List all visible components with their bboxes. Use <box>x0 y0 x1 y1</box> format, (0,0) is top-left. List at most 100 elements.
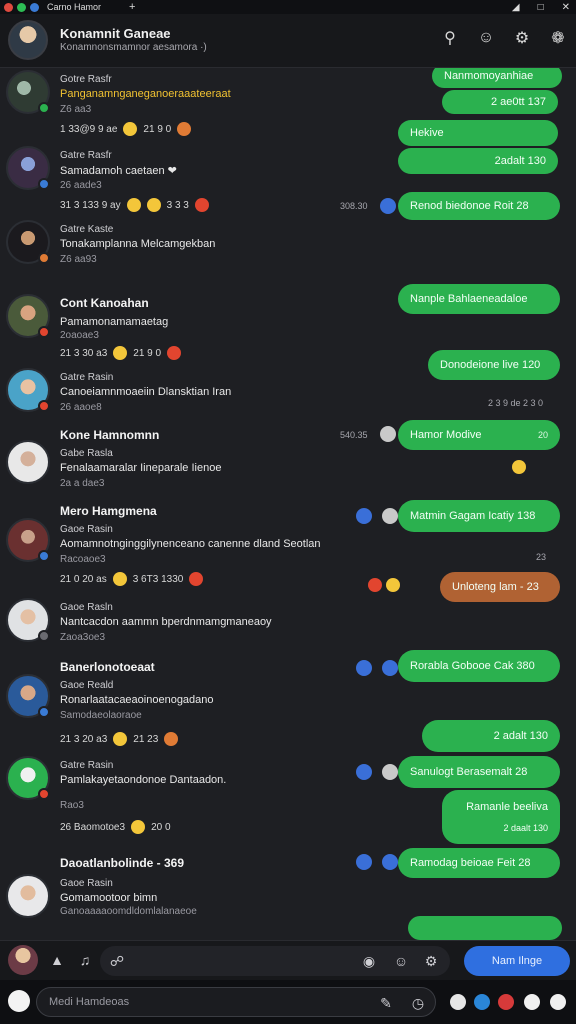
reaction-count: 21 3 20 a3 <box>60 733 108 745</box>
reaction-icon[interactable] <box>177 122 192 136</box>
message-preview: Canoeiamnmoaeiin Dlansktian Iran <box>60 386 232 398</box>
message-text: Donodeione live 120 <box>440 359 541 371</box>
reaction-icon[interactable] <box>189 572 204 586</box>
timestamp: 2a a dae3 <box>60 478 105 489</box>
message-text: Matmin Gagam Icatiy 138 <box>410 510 536 522</box>
send-button[interactable]: Nam Ilnge <box>464 946 570 976</box>
sent-message[interactable]: Donodeione live 120 <box>428 350 560 380</box>
avatar[interactable] <box>6 146 50 190</box>
reaction-icon[interactable] <box>146 198 161 212</box>
close-icon[interactable]: ✕ <box>562 2 570 13</box>
maximize-window-icon[interactable] <box>17 2 26 12</box>
seen-indicator-icon <box>356 660 372 676</box>
avatar <box>382 854 398 870</box>
reaction-icon[interactable] <box>113 732 128 746</box>
timestamp: 2 daalt 130 <box>503 823 548 833</box>
restore-window-icon[interactable]: □ <box>538 2 544 13</box>
sent-message[interactable]: 2 adalt 130 <box>422 720 560 752</box>
avatar[interactable] <box>6 674 50 718</box>
avatar[interactable] <box>6 756 50 800</box>
contact-name: Banerlonotoeaat <box>60 660 155 674</box>
message-text: Unloteng lam - 23 <box>452 581 539 593</box>
reaction-icon[interactable] <box>164 732 179 746</box>
sent-message[interactable]: Nanmomoyanhiae <box>432 68 562 88</box>
avatar[interactable] <box>8 20 48 60</box>
wifi-icon: ◢ <box>511 1 520 13</box>
search-input[interactable]: Medi Hamdeoas ✎ ◷ <box>36 987 436 1017</box>
sent-message[interactable]: Hamor Modive 20 <box>398 420 560 450</box>
sent-message-partial[interactable] <box>408 916 562 940</box>
sent-message[interactable]: Renod biedonoe Roit 28 <box>398 192 560 220</box>
like-icon[interactable]: ▲ <box>48 951 66 969</box>
search-icon[interactable]: ⚲ <box>440 28 460 48</box>
attach-icon[interactable]: ⚙ <box>512 28 532 48</box>
avatar[interactable] <box>6 598 50 642</box>
profile-icon[interactable] <box>474 994 490 1010</box>
reaction-icon[interactable] <box>131 820 146 834</box>
sent-message[interactable]: Matmin Gagam Icatiy 138 <box>398 500 560 532</box>
emoji-icon[interactable]: ☺ <box>476 28 496 48</box>
message-text: Nanple Bahlaeneadaloe <box>410 293 528 305</box>
avatar[interactable] <box>6 874 50 918</box>
clock-icon[interactable]: ◷ <box>409 994 427 1012</box>
attachment-icon[interactable]: ☍ <box>108 952 126 970</box>
reaction-count: 3 6T3 1330 <box>132 573 184 585</box>
new-tab-button[interactable]: + <box>129 1 135 13</box>
seen-indicator-icon <box>356 508 372 524</box>
reaction-count: 21 9 0 <box>133 347 162 359</box>
timestamp: 2adalt 130 <box>494 155 546 167</box>
reaction-count: 21 23 <box>133 733 159 745</box>
reaction-icon[interactable] <box>386 578 400 592</box>
message-preview: Tonakamplanna Melcamgekban <box>60 238 216 250</box>
message-input[interactable]: ☍ ◉ ☺ ⚙ <box>100 946 450 976</box>
settings-icon[interactable]: ❁ <box>548 28 568 48</box>
timestamp: Z6 aa93 <box>60 254 97 265</box>
avatar[interactable] <box>6 518 50 562</box>
sticker-icon[interactable]: ☺ <box>392 952 410 970</box>
close-window-icon[interactable] <box>4 2 13 12</box>
avatar[interactable] <box>6 70 50 114</box>
avatar[interactable] <box>6 440 50 484</box>
mic-icon[interactable]: ♫ <box>76 951 94 969</box>
gif-icon[interactable]: ⚙ <box>422 952 440 970</box>
reaction-icon[interactable] <box>112 572 127 586</box>
message-text: Ramodag beioae Feit 28 <box>410 857 531 869</box>
status-icon[interactable] <box>450 994 466 1010</box>
more-icon[interactable] <box>550 994 566 1010</box>
reaction-icon[interactable] <box>167 346 182 360</box>
reaction-icon[interactable] <box>194 198 209 212</box>
timestamp: 2 ae0tt 137 <box>490 96 546 108</box>
sent-message[interactable]: Hekive <box>398 120 558 146</box>
timestamp: 20 <box>537 430 548 440</box>
contact-sub: Gaoe Rasin <box>60 878 113 889</box>
timestamp: 308.30 <box>340 201 368 211</box>
app-logo-icon[interactable] <box>8 990 30 1012</box>
camera-icon[interactable]: ◉ <box>360 952 378 970</box>
message-preview: Aomamnotnginggilynenceano canenne dland … <box>60 538 321 550</box>
sent-message[interactable]: Sanulogt Berasemalt 28 <box>398 756 560 788</box>
message-list[interactable]: Gotre Rasfr Panganamnganeganoeraaateeraa… <box>0 68 576 940</box>
reaction-icon[interactable] <box>368 578 382 592</box>
avatar[interactable] <box>6 294 50 338</box>
reaction-icon[interactable] <box>126 198 141 212</box>
avatar[interactable] <box>6 368 50 412</box>
sent-message[interactable]: Unloteng lam - 23 <box>440 572 560 602</box>
sent-message-time: 2adalt 130 <box>398 148 558 174</box>
reaction-count: 21 9 0 <box>143 123 172 135</box>
reaction-icon[interactable] <box>512 460 526 474</box>
reaction-icon[interactable] <box>123 122 138 136</box>
reaction-icon[interactable] <box>113 346 128 360</box>
sent-message[interactable]: Ramodag beioae Feit 28 <box>398 848 560 878</box>
timestamp: 2oaoae3 <box>60 330 99 341</box>
app-icon <box>30 2 39 12</box>
sent-message[interactable]: Nanple Bahlaeneadaloe <box>398 284 560 314</box>
sent-message[interactable]: Ramanle beeliva 2 daalt 130 <box>442 790 560 844</box>
avatar[interactable] <box>8 945 38 975</box>
contact-name: Gatre Kaste <box>60 224 114 235</box>
message-preview: Fenalaamaralar Iineparale Iienoe <box>60 462 222 474</box>
notification-icon[interactable] <box>498 994 514 1010</box>
avatar[interactable] <box>6 220 50 264</box>
pen-icon[interactable]: ✎ <box>377 994 395 1012</box>
shield-icon[interactable] <box>524 994 540 1010</box>
sent-message[interactable]: Rorabla Gobooe Cak 380 <box>398 650 560 682</box>
